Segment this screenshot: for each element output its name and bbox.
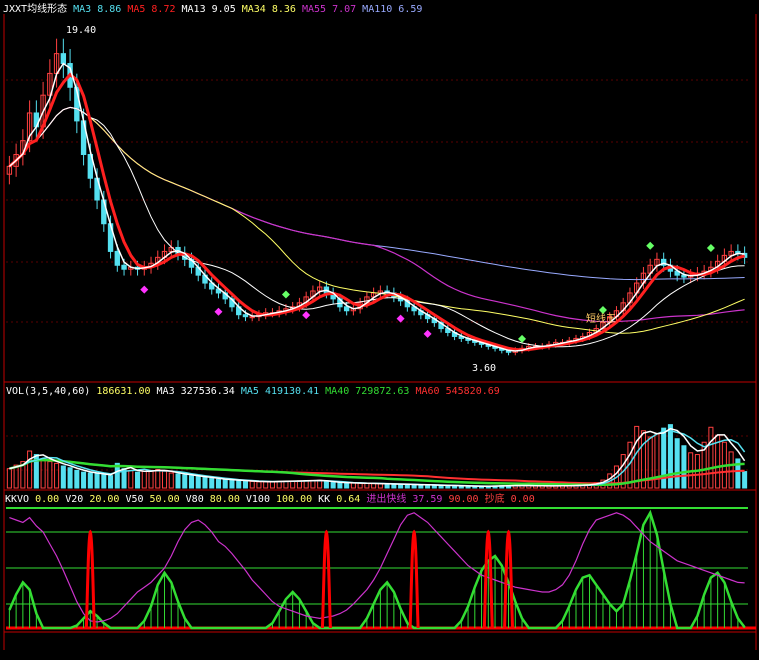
legend-item: V20 (59, 494, 83, 505)
price-legend: JXXT均线形态 MA3 8.86 MA5 8.72 MA13 9.05 MA3… (3, 2, 422, 15)
legend-item: MA3 (67, 4, 91, 15)
legend-item: 进出快线 (360, 492, 406, 505)
legend-item: 0.00 (505, 494, 535, 505)
candle-body (249, 316, 255, 319)
volume-bar (742, 471, 748, 489)
legend-item: 0.00 (29, 494, 59, 505)
legend-item: 80.00 (204, 494, 240, 505)
legend-item: 7.07 (326, 4, 356, 15)
legend-item: 419130.41 (259, 386, 319, 397)
volume-bar (323, 481, 329, 489)
volume-bar (330, 481, 336, 489)
legend-item: 8.72 (145, 4, 175, 15)
legend-item: MA3 (151, 386, 175, 397)
candle-body (60, 53, 67, 65)
volume-bar (81, 471, 87, 489)
background (0, 0, 759, 660)
legend-item: MA5 (121, 4, 145, 15)
volume-legend: VOL(3,5,40,60) 186631.00 MA3 327536.34 M… (6, 386, 500, 397)
legend-item: 545820.69 (440, 386, 500, 397)
volume-bar (344, 482, 350, 489)
legend-item: KK (312, 494, 330, 505)
legend-item: MA5 (235, 386, 259, 397)
volume-bar (674, 438, 680, 489)
legend-item: MA60 (409, 386, 439, 397)
volume-bar (222, 479, 228, 489)
high-price-label: 19.40 (66, 25, 96, 36)
volume-bar (202, 476, 208, 489)
volume-bar (188, 475, 195, 489)
legend-item: V100 (240, 494, 270, 505)
volume-bar (74, 469, 80, 489)
legend-item: KKVO (5, 494, 29, 505)
volume-bar (94, 473, 100, 489)
volume-bar (87, 472, 93, 489)
legend-item: 9.05 (206, 4, 236, 15)
legend-item: JXXT均线形态 (3, 2, 67, 15)
volume-bar (236, 480, 242, 489)
legend-item: 100.00 (270, 494, 312, 505)
candle-body (114, 250, 120, 266)
legend-item: 8.86 (91, 4, 121, 15)
volume-bar (681, 445, 687, 489)
volume-bar (667, 424, 673, 489)
volume-bar (195, 476, 201, 489)
volume-bar (215, 478, 222, 489)
legend-item: 90.00 (442, 494, 478, 505)
legend-item: MA110 (356, 4, 392, 15)
legend-item: 6.59 (392, 4, 422, 15)
candle-body (121, 264, 127, 270)
legend-item: 37.59 (406, 494, 442, 505)
legend-item: V80 (180, 494, 204, 505)
volume-bar (182, 474, 188, 489)
volume-bar (60, 465, 66, 489)
volume-bar (337, 482, 343, 489)
legend-item: MA55 (296, 4, 326, 15)
legend-item: 186631.00 (90, 386, 150, 397)
legend-item: 50.00 (144, 494, 180, 505)
legend-item: 20.00 (83, 494, 119, 505)
volume-bar (209, 477, 215, 489)
legend-item: 0.64 (330, 494, 360, 505)
legend-item: MA40 (319, 386, 349, 397)
volume-bar (135, 471, 141, 489)
legend-item: 8.36 (266, 4, 296, 15)
legend-item: 抄底 (479, 492, 505, 505)
low-price-label: 3.60 (472, 363, 496, 374)
legend-item: VOL(3,5,40,60) (6, 386, 90, 397)
legend-item: 729872.63 (349, 386, 409, 397)
chart-background (0, 0, 759, 660)
signal-label: 短线王 (586, 312, 616, 325)
volume-bar (67, 467, 73, 489)
volume-bar (101, 474, 107, 489)
volume-bar (175, 473, 181, 489)
volume-bar (242, 480, 248, 489)
kkvo-legend: KKVO 0.00 V20 20.00 V50 50.00 V80 80.00 … (5, 492, 535, 505)
legend-item: 327536.34 (175, 386, 235, 397)
candle-body (242, 314, 249, 318)
legend-item: V50 (119, 494, 143, 505)
volume-bar (229, 479, 235, 489)
legend-item: MA34 (236, 4, 266, 15)
stock-chart[interactable]: JXXT均线形态 MA3 8.86 MA5 8.72 MA13 9.05 MA3… (0, 0, 759, 660)
volume-bar (108, 475, 114, 489)
candle-body (343, 306, 350, 312)
legend-item: MA13 (176, 4, 206, 15)
